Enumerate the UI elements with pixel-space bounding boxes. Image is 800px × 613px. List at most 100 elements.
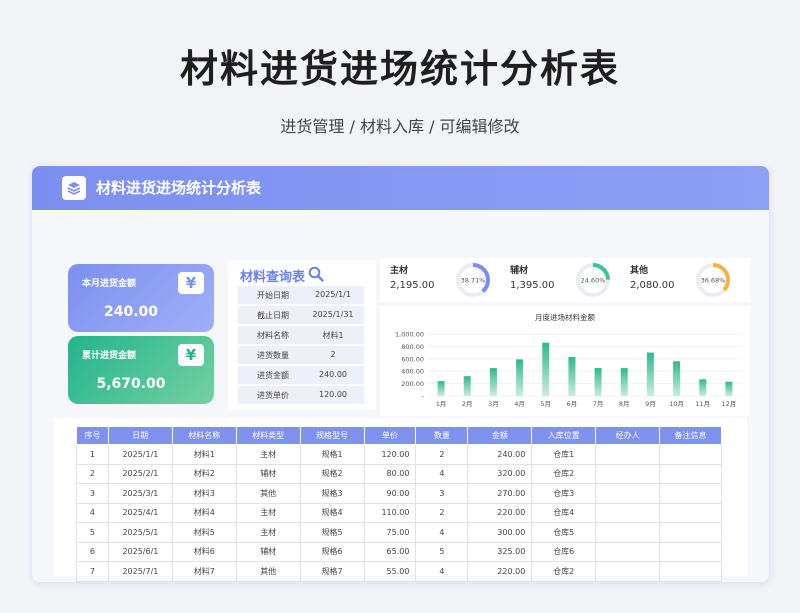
table-cell[interactable]	[659, 561, 722, 582]
table-cell[interactable]	[659, 502, 722, 523]
table-cell[interactable]: 仓库2	[531, 561, 597, 582]
table-cell[interactable]: 4	[415, 463, 469, 484]
table-cell[interactable]	[595, 561, 661, 582]
table-cell[interactable]: 55.00	[363, 561, 417, 582]
table-cell[interactable]: 主材	[235, 502, 301, 523]
table-cell[interactable]: 辅材	[235, 541, 301, 562]
table-row[interactable]: 6 2025/6/1 材料6 辅材 规格6 65.00 5 325.00 仓库6	[76, 541, 722, 562]
table-cell[interactable]: 仓库2	[531, 463, 597, 484]
table-cell[interactable]: 5	[76, 522, 109, 543]
bar-7月	[594, 368, 602, 396]
search-icon[interactable]	[308, 266, 324, 282]
table-cell[interactable]: 3	[76, 483, 109, 504]
query-value[interactable]: 2025/1/31	[302, 310, 364, 319]
table-cell[interactable]: 2025/4/1	[107, 502, 173, 523]
table-cell[interactable]	[595, 502, 661, 523]
table-cell[interactable]: 3	[415, 483, 469, 504]
table-cell[interactable]: 规格4	[299, 502, 365, 523]
table-cell[interactable]: 材料2	[171, 463, 237, 484]
table-cell[interactable]: 仓库6	[531, 541, 597, 562]
table-cell[interactable]	[659, 444, 722, 465]
table-cell[interactable]: 规格2	[299, 463, 365, 484]
table-cell[interactable]: 80.00	[363, 463, 417, 484]
table-cell[interactable]: 规格6	[299, 541, 365, 562]
table-cell[interactable]: 325.00	[467, 541, 533, 562]
table-cell[interactable]	[659, 522, 722, 543]
kpi-name: 其他	[630, 266, 649, 276]
table-cell[interactable]: 2	[76, 463, 109, 484]
table-cell[interactable]: 2025/2/1	[107, 463, 173, 484]
table-row[interactable]: 7 2025/7/1 材料7 其他 规格7 55.00 4 220.00 仓库2	[76, 561, 722, 582]
table-cell[interactable]: 1	[76, 444, 109, 465]
table-cell[interactable]: 材料6	[171, 541, 237, 562]
table-cell[interactable]: 规格7	[299, 561, 365, 582]
page-title: 材料进货进场统计分析表	[179, 47, 620, 91]
table-cell[interactable]: 2025/6/1	[107, 541, 173, 562]
table-cell[interactable]: 300.00	[467, 522, 533, 543]
table-cell[interactable]: 规格5	[299, 522, 365, 543]
table-cell[interactable]: 规格3	[299, 483, 365, 504]
col-header: 日期	[107, 426, 173, 445]
table-row[interactable]: 3 2025/3/1 材料3 其他 规格3 90.00 3 270.00 仓库3	[76, 483, 722, 504]
table-cell[interactable]: 主材	[235, 444, 301, 465]
table-cell[interactable]: 仓库5	[531, 522, 597, 543]
table-cell[interactable]: 7	[76, 561, 109, 582]
table-cell[interactable]: 4	[76, 502, 109, 523]
table-cell[interactable]: 材料5	[171, 522, 237, 543]
kpi-main-material: 主材 2,195.00 38.71%	[380, 258, 500, 302]
table-cell[interactable]: 120.00	[363, 444, 417, 465]
table-row[interactable]: 4 2025/4/1 材料4 主材 规格4 110.00 2 220.00 仓库4	[76, 502, 722, 523]
table-cell[interactable]: 75.00	[363, 522, 417, 543]
table-cell[interactable]	[595, 483, 661, 504]
table-cell[interactable]: 材料1	[171, 444, 237, 465]
table-cell[interactable]: 材料3	[171, 483, 237, 504]
table-cell[interactable]: 仓库4	[531, 502, 597, 523]
query-value[interactable]: 2025/1/1	[302, 290, 364, 299]
table-cell[interactable]: 90.00	[363, 483, 417, 504]
table-cell[interactable]: 规格1	[299, 444, 365, 465]
table-cell[interactable]: 2025/5/1	[107, 522, 173, 543]
table-cell[interactable]: 材料7	[171, 561, 237, 582]
table-cell[interactable]: 2	[415, 502, 469, 523]
chart-title: 月度进场材料金额	[535, 312, 595, 322]
table-cell[interactable]: 2025/1/1	[107, 444, 173, 465]
table-cell[interactable]: 材料4	[171, 502, 237, 523]
table-cell[interactable]	[659, 541, 722, 562]
table-cell[interactable]: 主材	[235, 522, 301, 543]
table-cell[interactable]	[595, 444, 661, 465]
table-cell[interactable]: 仓库1	[531, 444, 597, 465]
table-cell[interactable]: 其他	[235, 561, 301, 582]
table-cell[interactable]: 6	[76, 541, 109, 562]
table-cell[interactable]: 2	[415, 444, 469, 465]
table-cell[interactable]: 65.00	[363, 541, 417, 562]
table-cell[interactable]: 220.00	[467, 561, 533, 582]
table-cell[interactable]: 320.00	[467, 463, 533, 484]
table-cell[interactable]: 4	[415, 561, 469, 582]
table-row[interactable]: 5 2025/5/1 材料5 主材 规格5 75.00 4 300.00 仓库5	[76, 522, 722, 543]
table-cell[interactable]: 240.00	[467, 444, 533, 465]
query-row-start-date: 开始日期 2025/1/1	[238, 286, 364, 304]
table-cell[interactable]: 2025/3/1	[107, 483, 173, 504]
bar-3月	[489, 368, 497, 396]
table-cell[interactable]: 4	[415, 522, 469, 543]
query-row-unit-price: 进货单价 120.00	[238, 386, 364, 404]
table-cell[interactable]	[595, 463, 661, 484]
bar-10月	[673, 361, 681, 396]
table-cell[interactable]	[659, 483, 722, 504]
table-cell[interactable]: 5	[415, 541, 469, 562]
table-cell[interactable]	[595, 541, 661, 562]
bar-4月	[516, 359, 524, 396]
table-cell[interactable]: 辅材	[235, 463, 301, 484]
table-cell[interactable]: 220.00	[467, 502, 533, 523]
table-cell[interactable]	[659, 463, 722, 484]
table-row[interactable]: 1 2025/1/1 材料1 主材 规格1 120.00 2 240.00 仓库1	[76, 444, 722, 465]
stat-card-month: 本月进货金额 ¥ 240.00	[68, 264, 214, 332]
table-cell[interactable]: 110.00	[363, 502, 417, 523]
table-cell[interactable]: 仓库3	[531, 483, 597, 504]
query-value[interactable]: 材料1	[302, 330, 364, 341]
table-cell[interactable]: 270.00	[467, 483, 533, 504]
table-cell[interactable]	[595, 522, 661, 543]
table-cell[interactable]: 2025/7/1	[107, 561, 173, 582]
table-cell[interactable]: 其他	[235, 483, 301, 504]
table-row[interactable]: 2 2025/2/1 材料2 辅材 规格2 80.00 4 320.00 仓库2	[76, 463, 722, 484]
